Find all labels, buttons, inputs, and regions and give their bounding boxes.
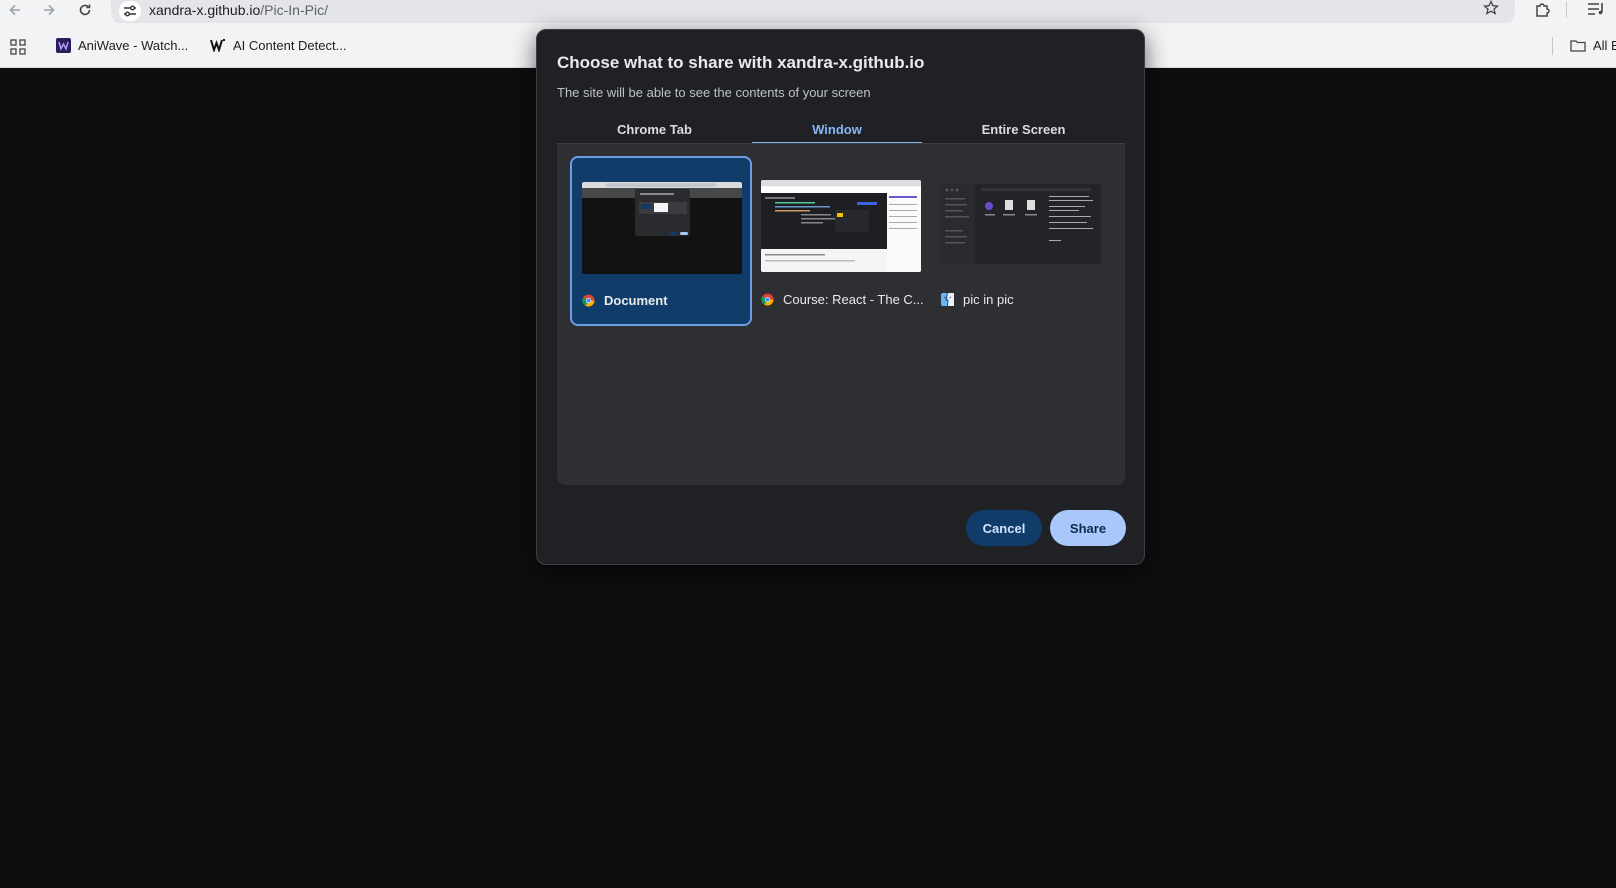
browser-toolbar: xandra-x.github.io/Pic-In-Pic/ (0, 0, 1616, 26)
url-host: xandra-x.github.io (149, 2, 261, 18)
bookmark-ai-content-detector[interactable]: AI Content Detect... (210, 37, 346, 53)
all-bookmarks-button[interactable]: All B (1570, 37, 1616, 53)
url-text: xandra-x.github.io/Pic-In-Pic/ (149, 2, 328, 18)
folder-icon (1570, 37, 1586, 53)
dialog-subtitle: The site will be able to see the content… (557, 85, 871, 100)
window-thumbnail (582, 182, 742, 274)
tab-window[interactable]: Window (752, 113, 922, 145)
chrome-icon (761, 293, 774, 306)
dialog-title: Choose what to share with xandra-x.githu… (557, 53, 925, 72)
window-card-document[interactable]: Document (570, 156, 752, 326)
window-card-course-react[interactable]: Course: React - The C... (751, 156, 933, 326)
tune-icon[interactable] (119, 1, 141, 21)
forward-arrow-icon[interactable] (37, 0, 61, 20)
bookmark-label: AI Content Detect... (233, 37, 347, 53)
share-button[interactable]: Share (1050, 510, 1126, 546)
window-card-title: pic in pic (963, 292, 1014, 307)
bookmark-label: AniWave - Watch... (78, 37, 189, 53)
window-card-label: Document (582, 293, 746, 308)
bookmark-aniwave[interactable]: AniWave - Watch... (55, 37, 188, 53)
cancel-button[interactable]: Cancel (966, 510, 1042, 546)
puzzle-icon[interactable] (1533, 0, 1553, 20)
window-card-label: Course: React - The C... (761, 292, 925, 307)
toolbar-divider (1566, 2, 1567, 18)
url-path: /Pic-In-Pic/ (260, 2, 328, 18)
share-source-tabs: Chrome Tab Window Entire Screen (557, 113, 1125, 145)
reading-list-icon[interactable] (1587, 1, 1607, 19)
reload-icon[interactable] (73, 0, 97, 20)
window-card-title: Document (604, 293, 668, 308)
window-card-label: pic in pic (941, 292, 1105, 307)
tab-chrome-tab[interactable]: Chrome Tab (557, 113, 752, 145)
back-arrow-icon[interactable] (3, 0, 27, 20)
window-card-pic-in-pic[interactable]: pic in pic (931, 156, 1113, 326)
finder-icon (941, 292, 954, 307)
chrome-icon (582, 294, 595, 307)
bookmarks-divider (1552, 37, 1553, 55)
star-icon[interactable] (1482, 0, 1500, 21)
window-thumbnail (761, 180, 921, 272)
window-thumbnail (941, 180, 1101, 272)
apps-grid-icon[interactable] (10, 39, 26, 55)
screen-share-dialog: Choose what to share with xandra-x.githu… (536, 29, 1145, 565)
tab-entire-screen[interactable]: Entire Screen (922, 113, 1125, 145)
window-card-title: Course: React - The C... (783, 292, 924, 307)
all-bookmarks-label: All B (1593, 37, 1616, 53)
w-favicon (210, 37, 226, 53)
aniwave-favicon (55, 37, 71, 53)
